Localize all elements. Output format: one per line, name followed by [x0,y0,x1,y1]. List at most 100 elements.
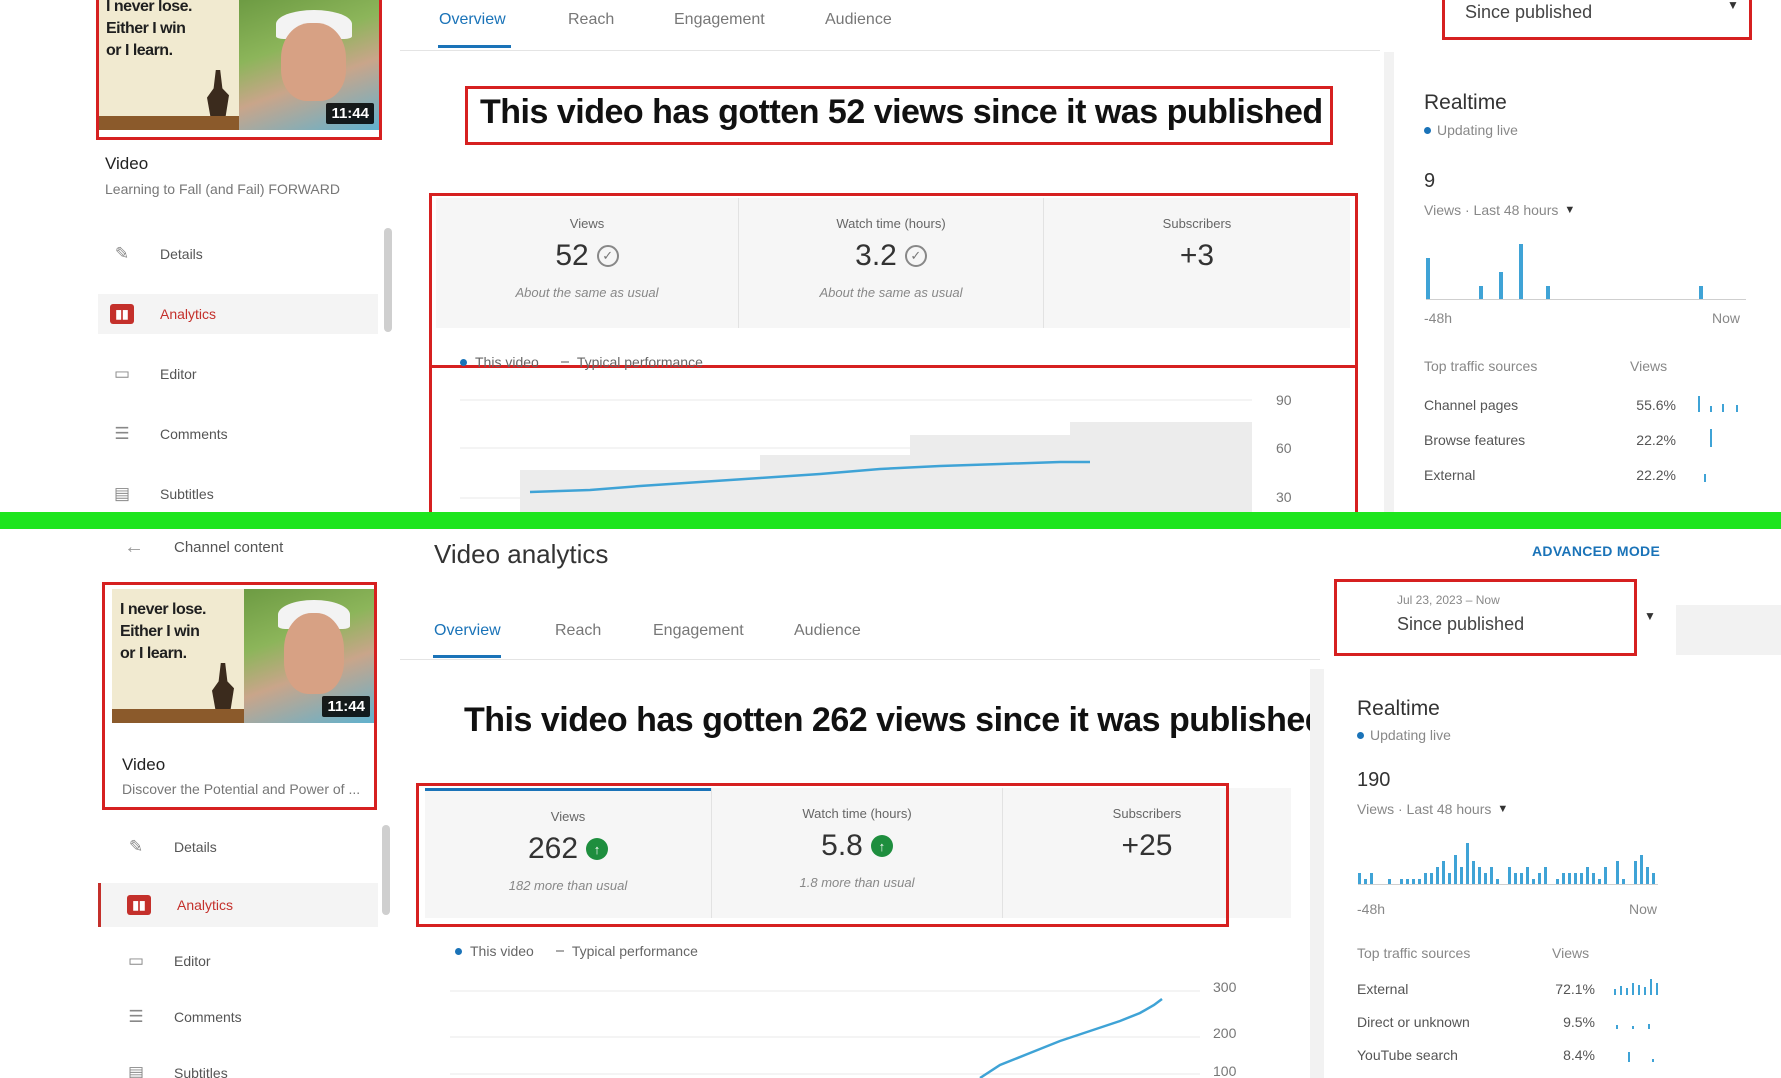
video-title: Learning to Fall (and Fail) FORWARD [105,181,340,197]
realtime-views-count: 9 [1424,170,1436,192]
panel-gutter [1310,669,1324,1078]
tab-audience[interactable]: Audience [825,11,892,29]
realtime-title: Realtime [1357,697,1440,720]
realtime-bar [1634,861,1638,885]
tab-reach[interactable]: Reach [568,11,614,29]
traffic-views-header: Views [1552,945,1590,961]
nav-item-details[interactable]: ✎ Details [98,234,378,274]
realtime-bar [1436,867,1440,885]
subtitles-icon: ▤ [113,484,131,503]
realtime-bar [1499,272,1503,300]
nav-item-analytics[interactable]: ▮▮ Analytics [98,883,378,927]
chart-legend: This video Typical performance [455,943,698,959]
back-to-channel-content[interactable]: ← Channel content [124,536,283,559]
y-axis-tick: 100 [1213,1063,1237,1078]
traffic-source-name: Browse features [1424,432,1526,448]
realtime-axis-start: -48h [1357,901,1386,917]
comments-icon: ☰ [114,424,130,443]
nav-item-subtitles[interactable]: ▤ Subtitles [98,474,378,512]
realtime-bar [1699,286,1703,300]
nav-item-comments[interactable]: ☰ Comments [98,997,378,1037]
highlight-box [102,582,377,810]
tab-engagement[interactable]: Engagement [653,622,744,640]
realtime-bar-chart [1358,839,1658,885]
tab-audience[interactable]: Audience [794,622,861,640]
nav-item-subtitles[interactable]: ▤ Subtitles [98,1053,378,1078]
advanced-mode-link[interactable]: ADVANCED MODE [1532,543,1660,559]
realtime-bar [1426,258,1430,300]
realtime-bar [1616,861,1620,885]
tab-reach[interactable]: Reach [555,622,601,640]
live-label: Updating live [1437,122,1518,138]
caret-down-icon: ▼ [1564,204,1576,216]
active-tab-indicator [438,45,511,48]
views-headline: This video has gotten 262 views since it… [464,701,1326,739]
sidebar-scrollbar[interactable] [384,228,392,332]
nav-item-comments[interactable]: ☰ Comments [98,414,378,454]
realtime-axis-end: Now [1629,901,1658,917]
realtime-bar [1586,867,1590,885]
live-dot-icon [1357,731,1364,739]
realtime-bar [1519,244,1523,300]
realtime-bar [1604,867,1608,885]
tab-overview[interactable]: Overview [434,622,501,640]
period-label: Views · Last 48 hours [1357,801,1492,817]
realtime-bar [1478,867,1482,885]
pencil-icon: ✎ [128,837,144,856]
realtime-axis-start: -48h [1424,310,1453,326]
page-title: Video analytics [434,539,609,569]
chevron-down-icon[interactable]: ▼ [1644,609,1656,623]
realtime-bar [1508,867,1512,885]
legend-marker-this-video [455,947,462,955]
traffic-source-name: Direct or unknown [1357,1014,1470,1030]
realtime-bar [1454,855,1458,885]
realtime-bar-chart [1426,240,1746,300]
bottom-screenshot-panel: ← Channel content Video analytics ADVANC… [0,529,1781,1078]
realtime-bar [1640,855,1644,885]
realtime-baseline [1358,884,1658,885]
caret-down-icon: ▼ [1497,803,1509,815]
legend-label: This video [470,943,534,959]
nav-label: Subtitles [174,1065,228,1078]
nav-label: Analytics [177,897,234,913]
legend-marker-typical [555,950,564,952]
realtime-period-select[interactable]: Views · Last 48 hours ▼ [1424,202,1575,218]
nav-item-analytics[interactable]: ▮▮ Analytics [98,294,378,334]
realtime-bar [1544,867,1548,885]
traffic-sparkline [1696,429,1746,447]
realtime-period-select[interactable]: Views · Last 48 hours ▼ [1357,801,1508,817]
sidebar-scrollbar[interactable] [382,825,390,915]
highlight-box [429,362,1358,512]
highlight-box [96,0,382,140]
analytics-icon: ▮▮ [110,304,134,324]
tab-overview[interactable]: Overview [439,11,506,29]
nav-item-editor[interactable]: ▭ Editor [98,354,378,394]
realtime-bar [1460,867,1464,885]
traffic-source-name: External [1424,467,1476,483]
realtime-baseline [1426,299,1746,300]
this-video-line [979,998,1163,1078]
period-label: Views · Last 48 hours [1424,202,1559,218]
realtime-bar [1472,861,1476,885]
nav-label: Details [174,839,217,855]
realtime-views-count: 190 [1357,769,1391,791]
highlight-box [1442,0,1752,40]
highlight-box [465,86,1333,145]
y-axis-tick: 300 [1213,979,1237,995]
nav-label: Editor [160,366,197,382]
traffic-sparkline [1696,464,1746,482]
tab-engagement[interactable]: Engagement [674,11,765,29]
traffic-source-name: Channel pages [1424,397,1519,413]
realtime-bar [1466,843,1470,885]
realtime-bar [1646,867,1650,885]
traffic-source-pct: 22.2% [1636,467,1676,483]
tabs-divider [400,50,1380,51]
video-label: Video [105,154,149,173]
traffic-sparkline [1612,977,1660,995]
traffic-sources-header: Top traffic sources [1424,358,1538,374]
performance-chart [450,990,1200,1078]
nav-label: Analytics [160,306,217,322]
nav-label: Details [160,246,203,262]
nav-item-editor[interactable]: ▭ Editor [98,941,378,981]
nav-item-details[interactable]: ✎ Details [98,827,378,867]
